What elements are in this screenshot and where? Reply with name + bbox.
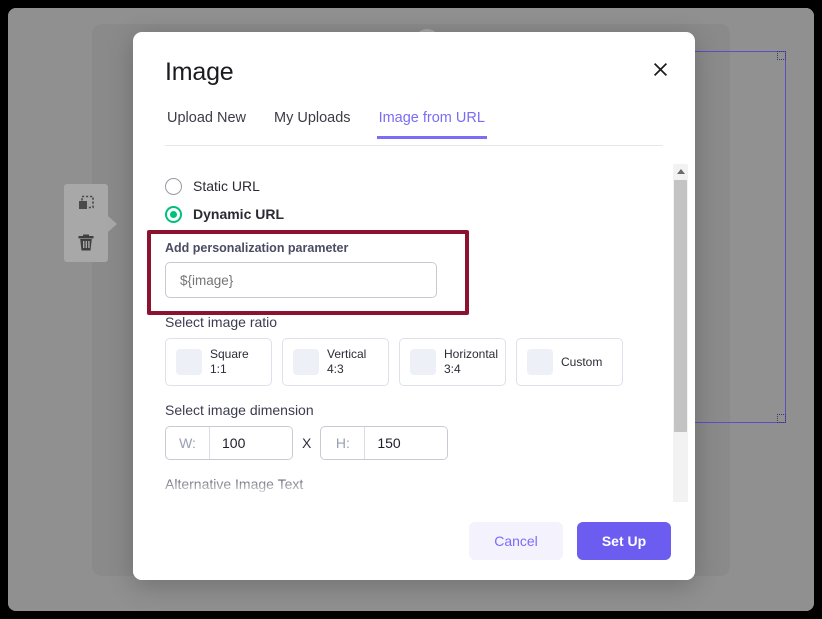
ratio-option-custom[interactable]: Custom	[516, 338, 623, 386]
triangle-up-icon	[676, 168, 685, 174]
alt-text-label: Alternative Image Text	[165, 476, 304, 492]
resize-handle-top-right[interactable]	[777, 51, 786, 60]
set-up-button[interactable]: Set Up	[577, 522, 671, 560]
ratio-option-vertical[interactable]: Vertical 4:3	[282, 338, 389, 386]
trash-icon	[78, 234, 94, 251]
radio-static-url-label: Static URL	[193, 178, 260, 194]
ratio-thumbnail-icon	[176, 349, 202, 375]
image-modal: Image Upload New My Uploads Image from U…	[133, 32, 695, 580]
scroll-up-button[interactable]	[673, 164, 688, 178]
cancel-button[interactable]: Cancel	[469, 522, 563, 560]
tab-upload-new[interactable]: Upload New	[165, 110, 248, 139]
personalization-parameter-label: Add personalization parameter	[165, 241, 349, 255]
ratio-name-custom: Custom	[561, 354, 603, 369]
ratio-thumbnail-icon	[293, 349, 319, 375]
dimension-separator: X	[302, 435, 312, 451]
tab-my-uploads[interactable]: My Uploads	[272, 110, 353, 139]
ratio-value-horizontal: 3:4	[444, 362, 461, 376]
ratio-name-square: Square	[210, 347, 249, 361]
toolbar-pointer	[108, 216, 117, 232]
close-x-icon	[653, 62, 667, 76]
ratio-thumbnail-icon	[410, 349, 436, 375]
duplicate-element-button[interactable]	[64, 184, 108, 223]
image-dimension-label: Select image dimension	[165, 402, 314, 418]
screen: Image Upload New My Uploads Image from U…	[8, 8, 814, 611]
resize-handle-bottom-right[interactable]	[777, 414, 786, 423]
tab-image-from-url[interactable]: Image from URL	[376, 110, 488, 139]
delete-element-button[interactable]	[64, 223, 108, 262]
radio-dynamic-url[interactable]: Dynamic URL	[165, 200, 663, 228]
ratio-option-square[interactable]: Square 1:1	[165, 338, 272, 386]
image-ratio-label: Select image ratio	[165, 314, 278, 330]
personalization-parameter-input[interactable]	[165, 262, 437, 298]
modal-scroll-body: Static URL Dynamic URL Add personalizati…	[133, 158, 695, 498]
width-field-group: W:	[165, 426, 293, 460]
height-prefix-label: H:	[321, 427, 366, 459]
radio-static-url-indicator[interactable]	[165, 177, 182, 195]
element-toolbar	[64, 184, 108, 262]
radio-static-url[interactable]: Static URL	[165, 172, 663, 200]
ratio-value-square: 1:1	[210, 362, 227, 376]
ratio-option-horizontal[interactable]: Horizontal 3:4	[399, 338, 506, 386]
ratio-name-vertical: Vertical	[327, 347, 367, 361]
width-prefix-label: W:	[166, 427, 210, 459]
device-frame: Image Upload New My Uploads Image from U…	[0, 0, 822, 619]
modal-footer: Cancel Set Up	[133, 502, 695, 580]
modal-title: Image	[165, 58, 234, 86]
height-field-group: H:	[320, 426, 449, 460]
ratio-thumbnail-icon	[527, 349, 553, 375]
image-dimension-controls: W: X H:	[165, 426, 663, 460]
scrollbar-thumb[interactable]	[674, 180, 687, 432]
ratio-name-horizontal: Horizontal	[444, 347, 499, 361]
image-ratio-options: Square 1:1 Vertical 4:3 Horizontal 3:4 C…	[165, 338, 663, 386]
radio-dynamic-url-label: Dynamic URL	[193, 206, 285, 222]
height-input[interactable]	[365, 427, 448, 459]
duplicate-icon	[79, 195, 94, 209]
radio-dynamic-url-indicator[interactable]	[165, 205, 182, 223]
modal-tabs: Upload New My Uploads Image from URL	[165, 110, 663, 146]
close-icon[interactable]	[645, 54, 675, 84]
ratio-value-vertical: 4:3	[327, 362, 344, 376]
width-input[interactable]	[210, 427, 292, 459]
modal-scrollbar[interactable]	[673, 164, 688, 516]
